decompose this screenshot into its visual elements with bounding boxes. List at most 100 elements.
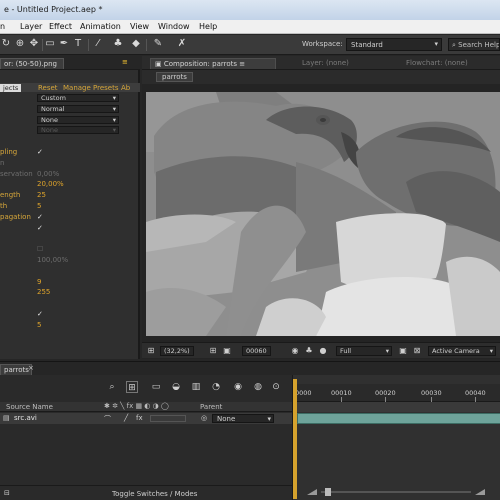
property-checkbox[interactable]: ☐ <box>37 245 43 253</box>
rotate-icon[interactable]: ↻ <box>0 38 12 50</box>
menu-layer[interactable]: Layer <box>20 22 42 31</box>
always-preview-icon[interactable]: ⊞ <box>146 346 156 356</box>
region-of-interest-icon[interactable]: ▣ <box>222 346 232 356</box>
panel-menu-icon[interactable]: ≡ <box>122 58 128 66</box>
effect-property-row <box>0 137 140 146</box>
property-value[interactable]: 5 <box>37 202 41 210</box>
ruler-label: 00020 <box>375 389 396 397</box>
menu-view[interactable]: View <box>130 22 149 31</box>
source-name-column[interactable]: Source Name <box>6 403 53 411</box>
clone-stamp-icon[interactable]: ♣ <box>112 38 124 50</box>
viewer-bottom-bar: ⊞ (32,2%) ⊞ ▣ 00060 ◉ ♣ ● Full ▾ ▣ ⊠ Acti… <box>142 342 500 358</box>
time-graph[interactable]: 0000 00010 00020 00030 00040 <box>292 375 500 500</box>
resolution-select[interactable]: Full ▾ <box>336 346 392 356</box>
help-search-input[interactable]: ⌕ Search Help <box>448 38 500 51</box>
property-checkbox[interactable]: ✓ <box>37 224 43 232</box>
property-value[interactable]: 9 <box>37 278 41 286</box>
camera-orbit-icon[interactable]: ⊕ <box>14 38 26 50</box>
property-value[interactable]: 25 <box>37 191 46 199</box>
snapshot-icon[interactable]: ◉ <box>290 346 300 356</box>
tab-layer[interactable]: Layer: (none) <box>302 59 349 67</box>
work-area-bar[interactable] <box>293 402 500 412</box>
breadcrumb[interactable]: parrots <box>156 72 193 82</box>
zoom-select[interactable]: (32,2%) <box>160 346 194 356</box>
comp-mini-flowchart-icon[interactable]: ⊞ <box>126 381 138 393</box>
expand-pane-icon[interactable]: ⊟ <box>4 489 10 497</box>
effect-controls-tabbar: or: (50-50).png ≡ <box>0 56 140 70</box>
pan-behind-icon[interactable]: ✥ <box>28 38 40 50</box>
transparency-grid-icon[interactable]: ⊠ <box>412 346 422 356</box>
timeline-zoom-slider[interactable] <box>307 487 487 497</box>
tab-flowchart[interactable]: Flowchart: (none) <box>406 59 468 67</box>
frame-blending-icon[interactable]: ▥ <box>190 381 202 393</box>
current-time-field[interactable]: 00060 <box>242 346 271 356</box>
composition-viewer[interactable] <box>146 92 500 336</box>
graph-editor-icon[interactable]: ◉ <box>232 381 244 393</box>
property-checkbox[interactable]: ✓ <box>37 310 43 318</box>
draft-3d-icon[interactable]: ▭ <box>150 381 162 393</box>
about-link[interactable]: Ab <box>121 84 130 92</box>
menu-help[interactable]: Help <box>199 22 217 31</box>
motion-blur-icon[interactable]: ◔ <box>210 381 222 393</box>
layer-name[interactable]: src.avi <box>14 414 37 422</box>
tab-effect-controls[interactable]: or: (50-50).png <box>0 58 64 69</box>
puppet-icon[interactable]: ✗ <box>176 38 188 50</box>
close-icon[interactable]: × <box>28 364 34 372</box>
brainstorm-icon[interactable]: ◍ <box>252 381 264 393</box>
hide-shy-layers-icon[interactable]: ◒ <box>170 381 182 393</box>
panel-menu-icon[interactable]: ≡ <box>239 60 245 68</box>
property-checkbox[interactable]: ✓ <box>37 148 43 156</box>
current-time-indicator[interactable] <box>293 379 297 499</box>
eraser-icon[interactable]: ◆ <box>130 38 142 50</box>
property-value[interactable]: 5 <box>37 321 41 329</box>
switch-boxes[interactable] <box>150 415 186 422</box>
pick-whip-icon[interactable]: ◎ <box>201 414 207 422</box>
roto-brush-icon[interactable]: ✎ <box>152 38 164 50</box>
effect-property-row: ☐ <box>0 245 140 254</box>
quality-switch-icon[interactable]: ╱ <box>124 414 128 422</box>
fast-previews-icon[interactable]: ▣ <box>398 346 408 356</box>
search-icon[interactable]: ⌕ <box>106 381 118 393</box>
time-ruler[interactable]: 0000 00010 00020 00030 00040 <box>293 384 500 402</box>
parent-column[interactable]: Parent <box>200 403 222 411</box>
property-value[interactable]: 0,00% <box>37 170 59 178</box>
type-icon[interactable]: T <box>72 38 84 50</box>
camera-view-select[interactable]: Active Camera ▾ <box>428 346 496 356</box>
show-snapshot-icon[interactable]: ♣ <box>304 346 314 356</box>
layer-duration-bar[interactable] <box>297 413 500 424</box>
shy-switch-icon[interactable]: ⌒ <box>104 414 111 424</box>
tab-composition[interactable]: ▣ Composition: parrots ≡ <box>150 58 276 69</box>
property-dropdown[interactable]: None ▾ <box>37 115 119 124</box>
effect-name[interactable]: jects <box>0 84 22 92</box>
property-value[interactable]: 255 <box>37 288 50 296</box>
brush-icon[interactable]: ⁄ <box>92 38 104 50</box>
menu-animation[interactable]: Animation <box>80 22 121 31</box>
effect-property-row: servation 0,00% <box>0 170 140 179</box>
parent-select[interactable]: None ▾ <box>212 414 274 423</box>
rectangle-mask-icon[interactable]: ▭ <box>44 38 56 50</box>
property-dropdown[interactable]: None ▾ <box>37 126 119 135</box>
workspace-select[interactable]: Standard ▾ <box>346 38 442 51</box>
effect-reset-link[interactable]: Reset <box>38 84 58 92</box>
layer-row[interactable]: ▤ src.avi ⌒ ╱ fx ◎ None ▾ <box>0 413 292 424</box>
toggle-switches-modes-button[interactable]: Toggle Switches / Modes <box>112 490 197 498</box>
lock-icon[interactable]: ▣ <box>155 60 164 68</box>
grid-icon[interactable]: ⊞ <box>208 346 218 356</box>
menu-composition-fragment[interactable]: n <box>0 22 5 31</box>
property-value[interactable]: 20,00% <box>37 180 64 188</box>
clock-icon[interactable]: ⊙ <box>270 381 282 393</box>
menu-effect[interactable]: Effect <box>49 22 72 31</box>
channel-icon[interactable]: ● <box>318 346 328 356</box>
pen-icon[interactable]: ✒ <box>58 38 70 50</box>
effects-switch-icon[interactable]: fx <box>136 414 143 422</box>
property-dropdown[interactable]: Normal ▾ <box>37 104 119 113</box>
property-label: th <box>0 202 8 210</box>
manage-presets-link[interactable]: Manage Presets <box>63 84 119 92</box>
toolbar-divider <box>146 39 147 51</box>
property-value[interactable]: 100,00% <box>37 256 68 264</box>
chevron-down-icon: ▾ <box>112 115 116 124</box>
chevron-down-icon: ▾ <box>112 94 116 102</box>
property-checkbox[interactable]: ✓ <box>37 213 43 221</box>
menu-window[interactable]: Window <box>158 22 190 31</box>
property-dropdown[interactable]: Custom ▾ <box>37 94 119 102</box>
